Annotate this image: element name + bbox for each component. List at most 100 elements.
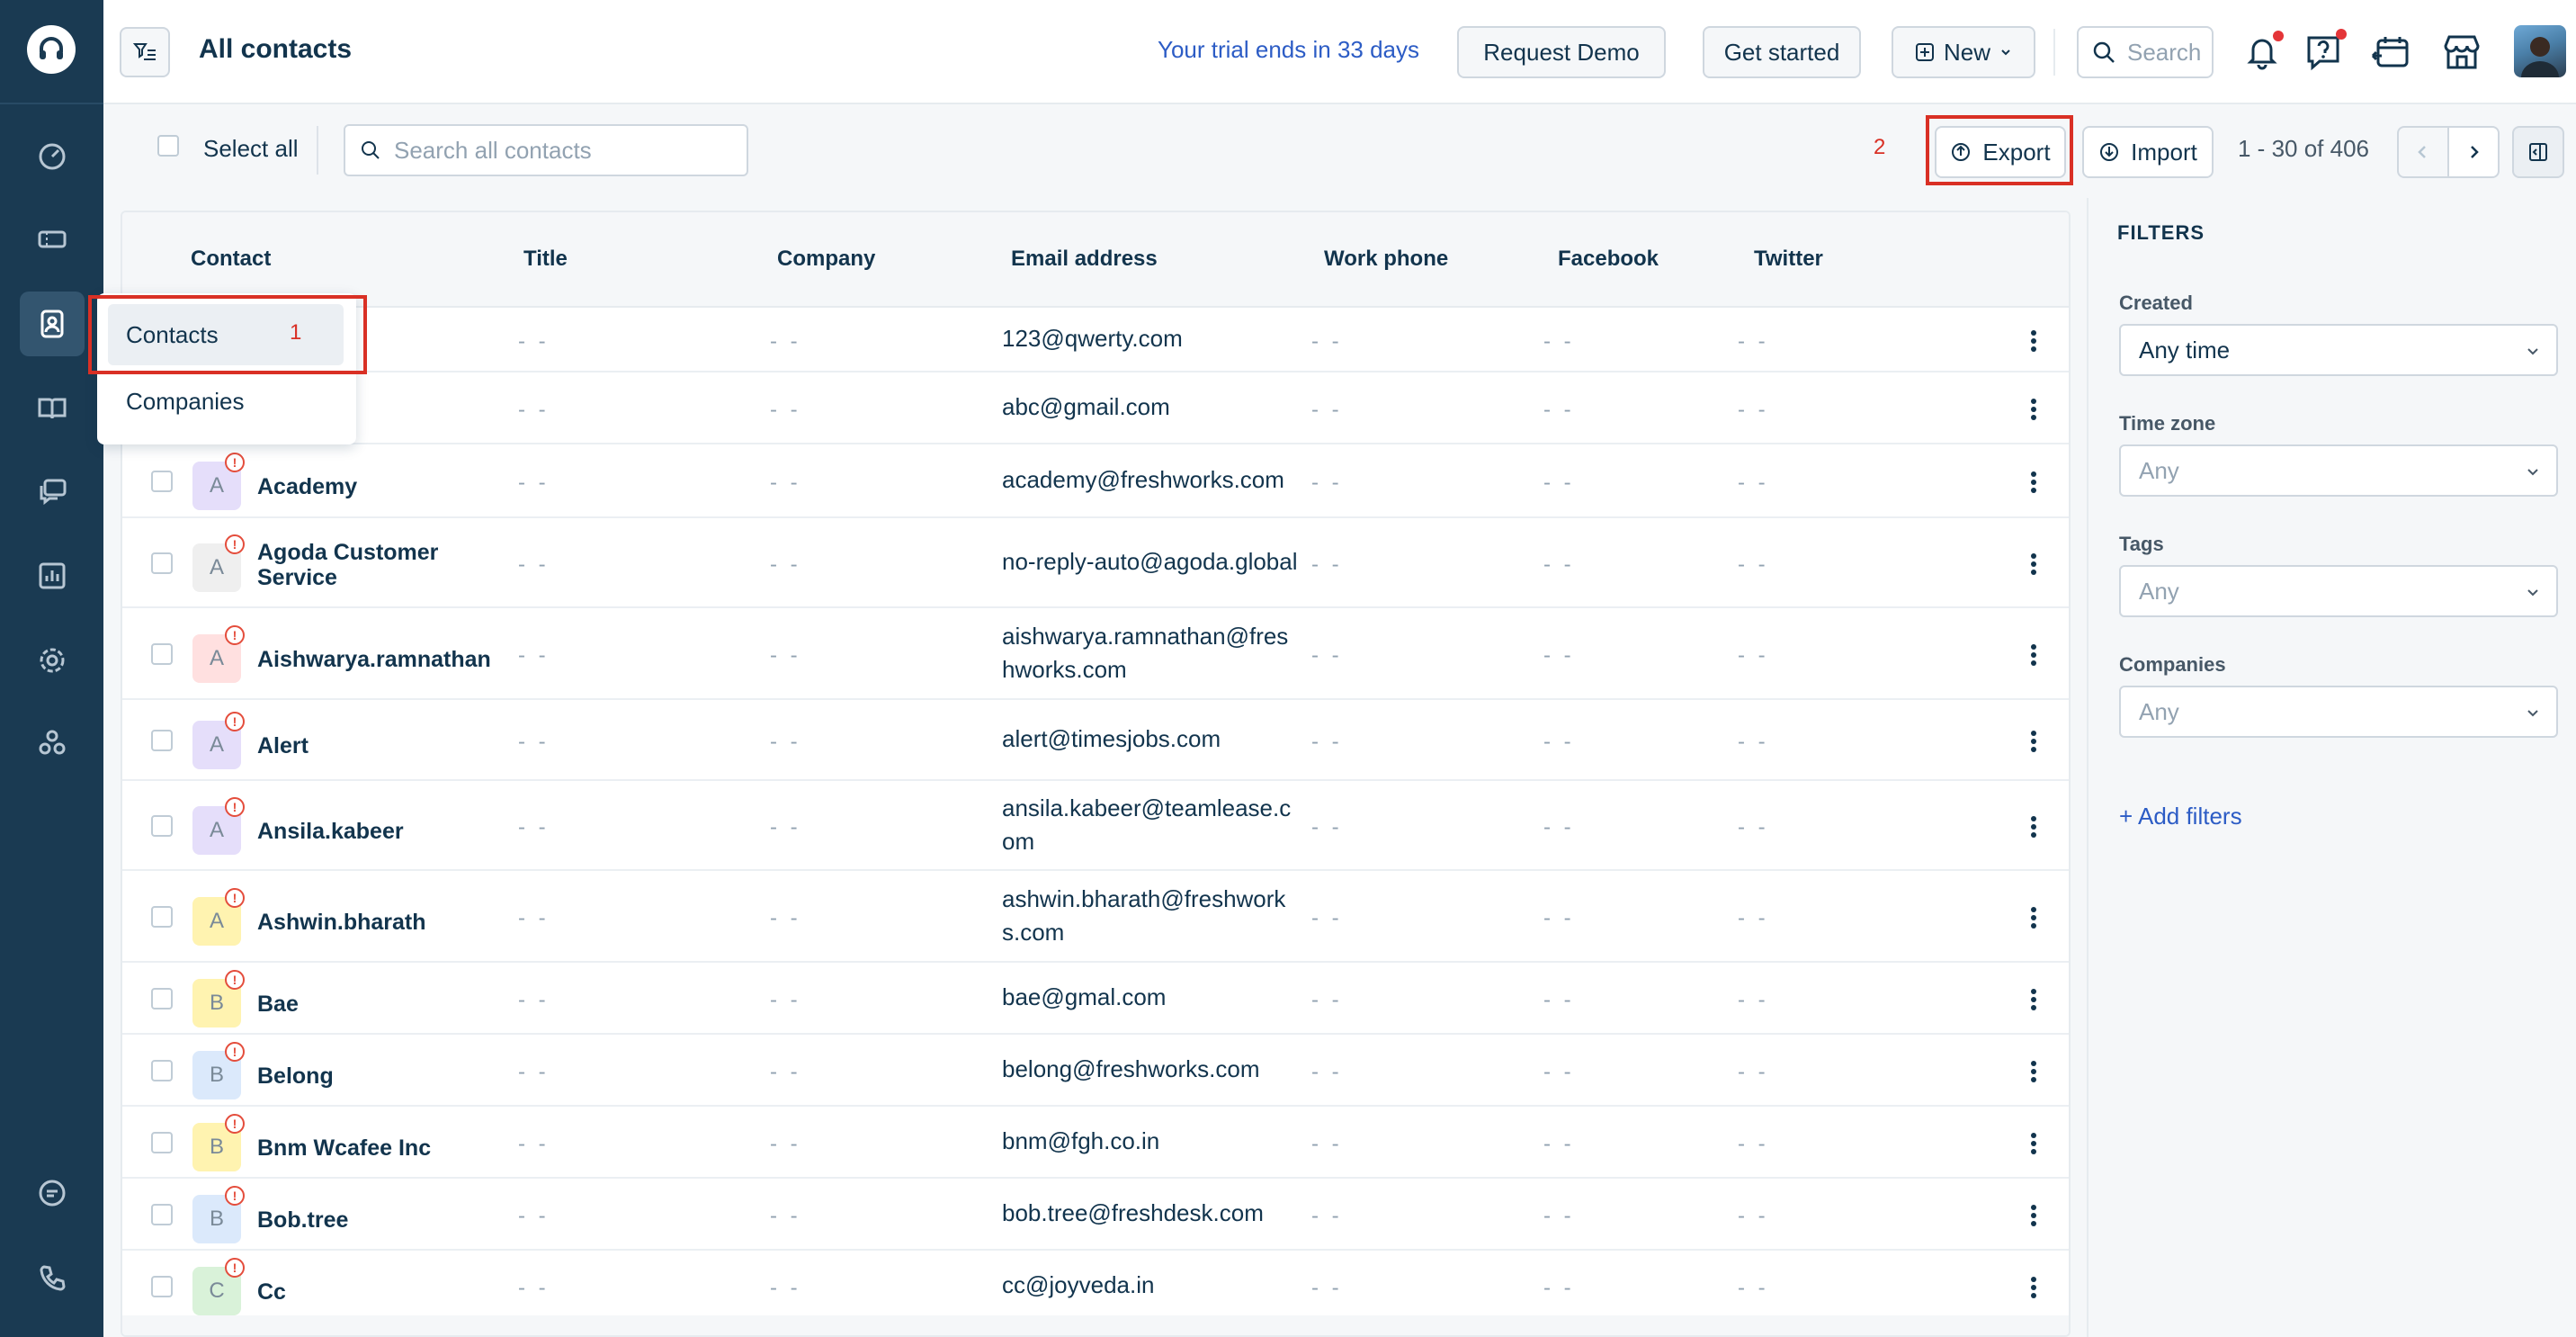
table-row[interactable]: B! Bae - -- -- -- -- - bae@gmal.com bbox=[122, 963, 2069, 1035]
warning-icon: ! bbox=[225, 797, 245, 817]
table-row[interactable]: A! Ansila.kabeer - -- -- -- -- - ansila.kab… bbox=[122, 781, 2069, 871]
select-all-checkbox[interactable] bbox=[157, 135, 179, 157]
row-checkbox[interactable] bbox=[151, 643, 173, 665]
contact-name-link[interactable]: Ashwin.bharath bbox=[257, 910, 500, 935]
sidebar-conversations-icon[interactable] bbox=[20, 459, 85, 524]
sidebar-apps-icon[interactable] bbox=[20, 711, 85, 776]
add-filters-link[interactable]: + Add filters bbox=[2119, 803, 2242, 830]
row-checkbox[interactable] bbox=[151, 1204, 173, 1225]
new-button[interactable]: New bbox=[1892, 26, 2035, 78]
notifications-bell-icon[interactable] bbox=[2239, 29, 2285, 76]
sidebar bbox=[0, 0, 103, 1337]
row-checkbox[interactable] bbox=[151, 552, 173, 574]
marketplace-store-icon[interactable] bbox=[2438, 29, 2485, 76]
request-demo-button[interactable]: Request Demo bbox=[1457, 26, 1666, 78]
contact-name-link[interactable]: Belong bbox=[257, 1063, 500, 1089]
empty-facebook-cell: - - bbox=[1543, 815, 1575, 839]
contact-name-link[interactable]: Ansila.kabeer bbox=[257, 819, 500, 844]
row-more-options-icon[interactable] bbox=[2031, 328, 2038, 354]
row-more-options-icon[interactable] bbox=[2031, 642, 2038, 668]
new-label: New bbox=[1943, 38, 1990, 66]
empty-company-cell: - - bbox=[770, 471, 801, 495]
sidebar-dashboard-icon[interactable] bbox=[20, 124, 85, 189]
empty-twitter-cell: - - bbox=[1738, 1132, 1769, 1156]
filter-created-select[interactable]: Any time bbox=[2119, 324, 2558, 376]
sidebar-phone-icon[interactable] bbox=[20, 1245, 85, 1310]
row-checkbox[interactable] bbox=[151, 1060, 173, 1081]
table-row[interactable]: B! Bob.tree - -- -- -- -- - bob.tree@freshd… bbox=[122, 1179, 2069, 1251]
help-dot bbox=[2336, 29, 2347, 40]
column-header-twitter[interactable]: Twitter bbox=[1754, 247, 1823, 272]
contact-search-input[interactable]: Search all contacts bbox=[344, 124, 748, 176]
table-row[interactable]: B! Bnm Wcafee Inc - -- -- -- -- - bnm@fgh.c… bbox=[122, 1107, 2069, 1179]
help-icon[interactable] bbox=[2300, 29, 2347, 76]
toggle-filters-panel-button[interactable] bbox=[2512, 126, 2564, 178]
table-row[interactable]: A! Alert - -- -- -- -- - alert@timesjobs.co… bbox=[122, 700, 2069, 781]
row-checkbox[interactable] bbox=[151, 1132, 173, 1153]
calendar-switch-icon[interactable] bbox=[2368, 29, 2415, 76]
row-more-options-icon[interactable] bbox=[2031, 813, 2038, 840]
empty-company-cell: - - bbox=[770, 906, 801, 930]
contact-name-link[interactable]: Bae bbox=[257, 992, 500, 1017]
column-header-title[interactable]: Title bbox=[523, 247, 568, 272]
row-more-options-icon[interactable] bbox=[2031, 396, 2038, 423]
empty-company-cell: - - bbox=[770, 1204, 801, 1228]
sidebar-settings-icon[interactable] bbox=[20, 628, 85, 693]
filter-tags-select[interactable]: Any bbox=[2119, 565, 2558, 617]
contact-name-link[interactable]: Cc bbox=[257, 1279, 500, 1305]
filter-companies-select[interactable]: Any bbox=[2119, 686, 2558, 738]
row-more-options-icon[interactable] bbox=[2031, 1274, 2038, 1301]
sidebar-contacts-icon[interactable] bbox=[20, 292, 85, 356]
row-checkbox[interactable] bbox=[151, 471, 173, 492]
column-header-company[interactable]: Company bbox=[777, 247, 875, 272]
filter-timezone-value: Any bbox=[2139, 456, 2179, 484]
row-more-options-icon[interactable] bbox=[2031, 1130, 2038, 1157]
app-logo-icon[interactable] bbox=[27, 25, 76, 74]
sidebar-chat-icon[interactable] bbox=[20, 1161, 85, 1225]
dropdown-item-companies[interactable]: Companies bbox=[108, 371, 344, 432]
contact-name-link[interactable]: Academy bbox=[257, 474, 500, 499]
column-header-facebook[interactable]: Facebook bbox=[1558, 247, 1659, 272]
empty-title-cell: - - bbox=[518, 1132, 550, 1156]
table-row[interactable]: C! Cc - -- -- -- -- - cc@joyveda.in bbox=[122, 1251, 2069, 1323]
sidebar-reports-icon[interactable] bbox=[20, 543, 85, 608]
sidebar-tickets-icon[interactable] bbox=[20, 207, 85, 272]
trial-link[interactable]: Your trial ends in 33 days bbox=[1158, 36, 1419, 64]
contact-name-link[interactable]: Bnm Wcafee Inc bbox=[257, 1135, 500, 1161]
row-checkbox[interactable] bbox=[151, 988, 173, 1009]
row-checkbox[interactable] bbox=[151, 1276, 173, 1297]
next-page-button[interactable] bbox=[2447, 126, 2500, 178]
prev-page-button[interactable] bbox=[2397, 126, 2449, 178]
import-button[interactable]: Import bbox=[2082, 126, 2214, 178]
table-row[interactable]: A! Agoda Customer Service - -- -- -- -- -n… bbox=[122, 518, 2069, 608]
column-header-contact[interactable]: Contact bbox=[191, 247, 271, 272]
row-checkbox[interactable] bbox=[151, 815, 173, 837]
contact-name-link[interactable]: Bob.tree bbox=[257, 1207, 500, 1233]
column-header-work-phone[interactable]: Work phone bbox=[1324, 247, 1448, 272]
table-row[interactable]: A! Ashwin.bharath - -- -- -- -- - ashwin.bh… bbox=[122, 871, 2069, 963]
row-more-options-icon[interactable] bbox=[2031, 469, 2038, 496]
get-started-button[interactable]: Get started bbox=[1703, 26, 1861, 78]
table-row[interactable]: B! Belong - -- -- -- -- - belong@freshworks… bbox=[122, 1035, 2069, 1107]
row-more-options-icon[interactable] bbox=[2031, 1202, 2038, 1229]
sidebar-knowledge-icon[interactable] bbox=[20, 376, 85, 441]
contact-name-link[interactable]: Alert bbox=[257, 733, 500, 758]
contact-name-link[interactable]: Aishwarya.ramnathan bbox=[257, 647, 500, 672]
user-avatar[interactable] bbox=[2514, 25, 2566, 77]
table-row[interactable]: A! Academy - -- -- -- -- - academy@freshwor… bbox=[122, 444, 2069, 518]
row-checkbox[interactable] bbox=[151, 906, 173, 928]
row-checkbox[interactable] bbox=[151, 730, 173, 751]
table-row[interactable]: A! Aishwarya.ramnathan - -- -- -- -- - aish… bbox=[122, 608, 2069, 700]
row-more-options-icon[interactable] bbox=[2031, 1058, 2038, 1085]
contact-name-link[interactable]: Agoda Customer Service bbox=[257, 540, 500, 590]
table-row[interactable]: - - - - - - - - - - 123@qwerty.com bbox=[122, 308, 2069, 372]
toggle-views-button[interactable] bbox=[120, 27, 170, 77]
row-more-options-icon[interactable] bbox=[2031, 904, 2038, 931]
column-header-email[interactable]: Email address bbox=[1011, 247, 1158, 272]
table-row[interactable]: - - - - - - - - - - abc@gmail.com bbox=[122, 372, 2069, 444]
row-more-options-icon[interactable] bbox=[2031, 551, 2038, 578]
filter-timezone-select[interactable]: Any bbox=[2119, 444, 2558, 497]
global-search[interactable]: Search bbox=[2077, 26, 2214, 78]
row-more-options-icon[interactable] bbox=[2031, 986, 2038, 1013]
row-more-options-icon[interactable] bbox=[2031, 728, 2038, 755]
